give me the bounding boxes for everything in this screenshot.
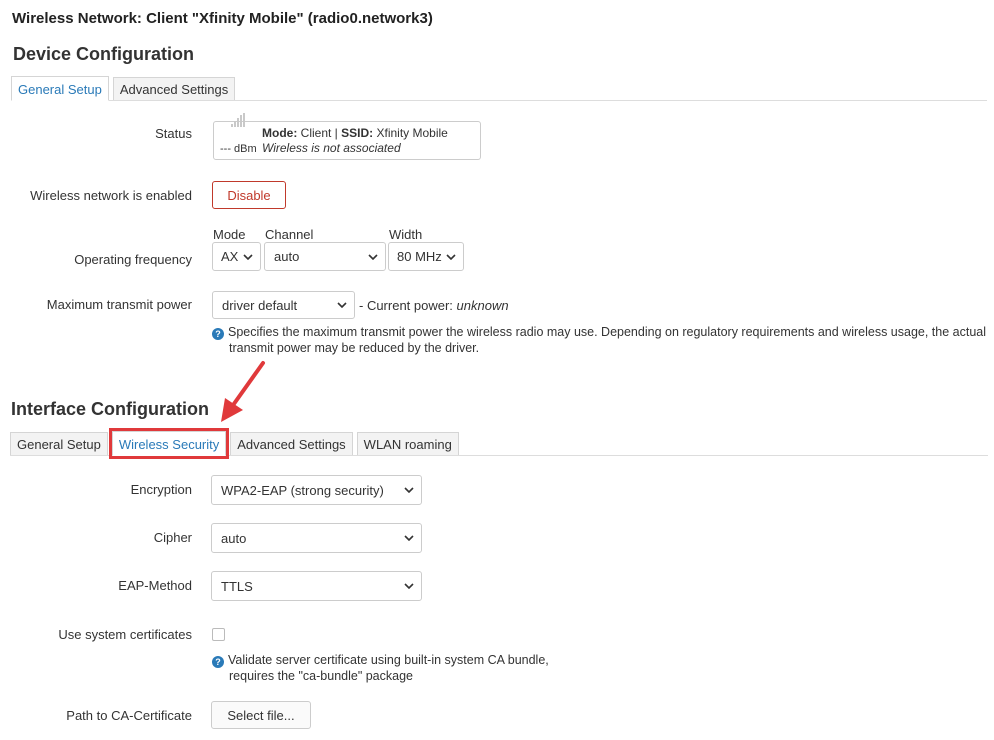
width-select-value: 80 MHz	[397, 249, 442, 264]
channel-select[interactable]: auto	[264, 242, 386, 271]
eap-method-select[interactable]: TTLS	[211, 571, 422, 601]
interface-config-tabs: General Setup Wireless Security Advanced…	[10, 428, 988, 459]
status-box: --- dBm Mode: Client | SSID: Xfinity Mob…	[213, 113, 481, 160]
encryption-select[interactable]: WPA2-EAP (strong security)	[211, 475, 422, 505]
mode-select[interactable]: AX	[212, 242, 261, 271]
tab-iface-advanced-settings[interactable]: Advanced Settings	[230, 432, 353, 455]
width-select[interactable]: 80 MHz	[388, 242, 464, 271]
system-certs-hint: ? Validate server certificate using built…	[212, 652, 609, 684]
chevron-down-icon	[243, 253, 253, 260]
device-config-tabs: General Setup Advanced Settings	[11, 76, 987, 101]
chevron-down-icon	[404, 487, 414, 493]
ca-cert-label: Path to CA-Certificate	[66, 708, 192, 723]
chevron-down-icon	[404, 535, 414, 541]
txpower-select[interactable]: driver default	[212, 291, 355, 319]
chevron-down-icon	[404, 583, 414, 589]
encryption-label: Encryption	[130, 482, 192, 497]
current-power-text: - Current power: unknown	[359, 298, 509, 313]
disable-button[interactable]: Disable	[212, 181, 286, 209]
system-certs-hint-line2: requires the "ca-bundle" package	[229, 669, 413, 683]
txpower-select-value: driver default	[222, 297, 298, 313]
page: Wireless Network: Client "Xfinity Mobile…	[0, 0, 994, 740]
encryption-select-value: WPA2-EAP (strong security)	[221, 482, 384, 498]
current-power-value: unknown	[456, 298, 509, 313]
txpower-hint-text: Specifies the maximum transmit power the…	[228, 325, 987, 355]
help-icon: ?	[212, 656, 224, 668]
select-file-button[interactable]: Select file...	[211, 701, 311, 729]
status-mode-line: Mode: Client | SSID: Xfinity Mobile	[262, 126, 448, 140]
help-icon: ?	[212, 328, 224, 340]
eap-method-select-value: TTLS	[221, 578, 253, 594]
eap-method-label: EAP-Method	[118, 578, 192, 593]
cipher-label: Cipher	[153, 530, 192, 545]
tab-device-advanced-settings[interactable]: Advanced Settings	[112, 77, 236, 100]
status-label: Status	[155, 126, 192, 141]
cipher-select-value: auto	[221, 530, 247, 546]
page-title: Wireless Network: Client "Xfinity Mobile…	[12, 10, 433, 27]
association-status: Wireless is not associated	[262, 141, 401, 155]
txpower-hint: ? Specifies the maximum transmit power th…	[212, 324, 994, 356]
mode-value: Client |	[297, 126, 342, 140]
ssid-key: SSID:	[341, 126, 374, 140]
interface-config-title: Interface Configuration	[11, 399, 210, 419]
chevron-down-icon	[337, 302, 347, 308]
mode-select-value: AX	[221, 249, 239, 264]
annotation-arrow-icon	[221, 361, 265, 422]
chevron-down-icon	[368, 253, 378, 260]
current-power-prefix: - Current power:	[359, 298, 457, 313]
frequency-label: Operating frequency	[74, 252, 192, 267]
enabled-label: Wireless network is enabled	[30, 188, 192, 203]
cipher-select[interactable]: auto	[211, 523, 422, 553]
txpower-label: Maximum transmit power	[46, 297, 192, 312]
channel-select-value: auto	[274, 249, 300, 264]
tab-iface-wireless-security[interactable]: Wireless Security	[108, 428, 230, 459]
mode-sublabel: Mode	[213, 227, 246, 242]
width-sublabel: Width	[389, 227, 423, 242]
channel-sublabel: Channel	[265, 227, 314, 242]
signal-dbm: --- dBm	[220, 143, 257, 155]
system-certs-hint-line1: Validate server certificate using built-…	[228, 653, 549, 667]
chevron-down-icon	[446, 253, 456, 260]
system-certs-label: Use system certificates	[58, 627, 192, 642]
tab-device-general-setup[interactable]: General Setup	[11, 76, 109, 101]
mode-key: Mode:	[262, 126, 298, 140]
tab-iface-wlan-roaming[interactable]: WLAN roaming	[356, 432, 459, 455]
device-config-title: Device Configuration	[13, 44, 195, 64]
tab-iface-general-setup[interactable]: General Setup	[10, 432, 108, 455]
ssid-value: Xfinity Mobile	[373, 126, 448, 140]
system-certs-checkbox[interactable]	[212, 628, 225, 641]
